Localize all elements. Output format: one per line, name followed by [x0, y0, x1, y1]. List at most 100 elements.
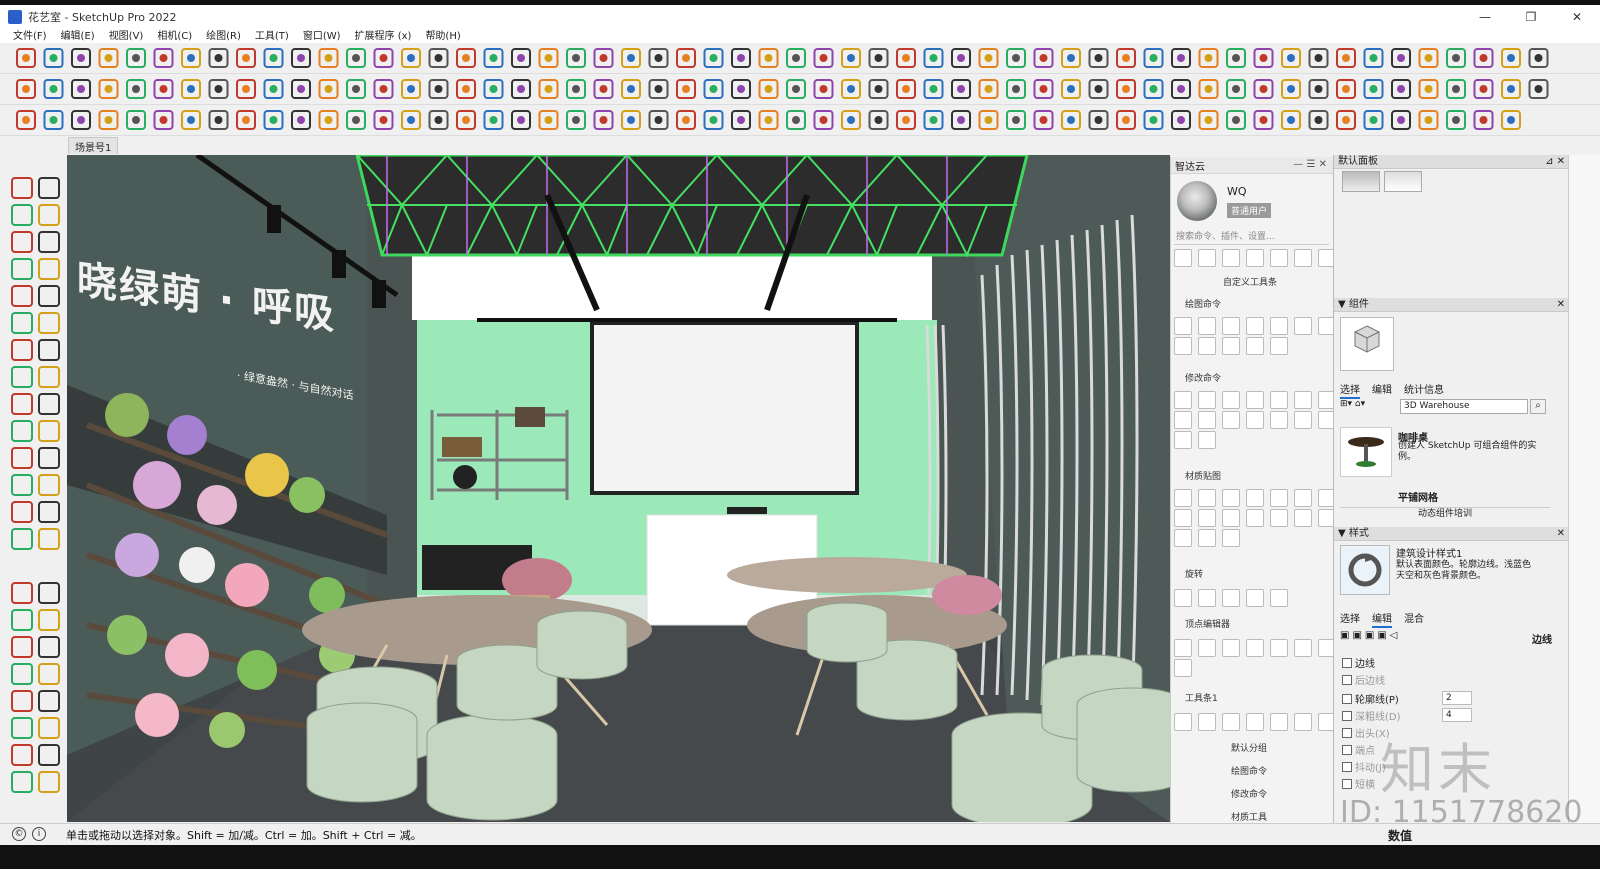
row1-tool-icon-31[interactable]	[868, 48, 889, 68]
menu-tools[interactable]: 工具(T)	[248, 27, 296, 42]
row2-tool-icon-11[interactable]	[318, 79, 339, 99]
row3-tool-icon-16[interactable]	[456, 110, 476, 130]
row3-tool-icon-53[interactable]	[1473, 110, 1494, 130]
row1-tool-icon-50[interactable]	[1391, 48, 1411, 68]
row1-tool-icon-32[interactable]	[896, 48, 916, 68]
row1-tool-icon-5[interactable]	[153, 48, 174, 68]
row2-tool-icon-20[interactable]	[566, 79, 586, 99]
row3-tool-icon-12[interactable]	[346, 110, 366, 130]
row3-tool-icon-13[interactable]	[373, 110, 394, 130]
row2-tool-icon-29[interactable]	[813, 79, 834, 99]
row3-tool-icon-34[interactable]	[951, 110, 971, 130]
row3-tool-icon-8[interactable]	[236, 110, 256, 130]
menu-window[interactable]: 窗口(W)	[296, 27, 348, 42]
row2-tool-icon-37[interactable]	[1033, 79, 1054, 99]
row2-tool-icon-40[interactable]	[1116, 79, 1136, 99]
large-tool-icon-1[interactable]	[38, 177, 60, 199]
menu-draw[interactable]: 绘图(R)	[199, 27, 248, 42]
row2-tool-icon-42[interactable]	[1171, 79, 1191, 99]
row1-tool-icon-1[interactable]	[43, 48, 64, 68]
row2-tool-icon-38[interactable]	[1061, 79, 1081, 99]
right-edge-toolbar[interactable]	[1568, 155, 1600, 823]
large-tool-icon-23[interactable]	[38, 474, 60, 496]
row3-tool-icon-25[interactable]	[703, 110, 724, 130]
row2-tool-icon-14[interactable]	[401, 79, 421, 99]
row1-tool-icon-14[interactable]	[401, 48, 421, 68]
profiles-width-input[interactable]: 2	[1442, 691, 1472, 705]
row3-tool-icon-38[interactable]	[1061, 110, 1081, 130]
row2-tool-icon-49[interactable]	[1363, 79, 1384, 99]
group-draw[interactable]: 绘图命令	[1231, 764, 1267, 777]
row2-tool-icon-18[interactable]	[511, 79, 531, 99]
row3-tool-icon-29[interactable]	[813, 110, 834, 130]
row2-tool-icon-26[interactable]	[731, 79, 751, 99]
row1-tool-icon-49[interactable]	[1363, 48, 1384, 68]
row3-tool-icon-51[interactable]	[1418, 110, 1439, 130]
row3-tool-icon-18[interactable]	[511, 110, 531, 130]
large-tool-icon-24[interactable]	[11, 501, 33, 523]
row3-tool-icon-20[interactable]	[566, 110, 586, 130]
row3-tool-icon-10[interactable]	[291, 110, 311, 130]
row2-tool-icon-23[interactable]	[648, 79, 669, 99]
row2-tool-icon-19[interactable]	[538, 79, 559, 99]
group-material[interactable]: 材质工具	[1231, 810, 1267, 823]
menu-edit[interactable]: 编辑(E)	[54, 27, 102, 42]
row2-tool-icon-22[interactable]	[621, 79, 641, 99]
row3-tool-icon-45[interactable]	[1253, 110, 1274, 130]
material-swatch-1[interactable]	[1342, 171, 1380, 192]
group-default[interactable]: 默认分组	[1231, 741, 1267, 754]
row1-tool-icon-30[interactable]	[841, 48, 861, 68]
row3-tool-icon-4[interactable]	[126, 110, 146, 130]
row1-tool-icon-28[interactable]	[786, 48, 806, 68]
row3-tool-icon-7[interactable]	[208, 110, 229, 130]
large-tool-icon-30[interactable]	[11, 609, 33, 631]
row1-tool-icon-55[interactable]	[1528, 48, 1549, 68]
large-tool-icon-27[interactable]	[38, 528, 60, 550]
large-tool-icon-28[interactable]	[11, 582, 33, 604]
group-modify[interactable]: 修改命令	[1231, 787, 1267, 800]
large-tool-icon-3[interactable]	[38, 204, 60, 226]
option-back-edges[interactable]: 后边线	[1342, 672, 1385, 687]
row1-tool-icon-13[interactable]	[373, 48, 394, 68]
style-edit-icons[interactable]: ▣▣▣▣◁	[1340, 630, 1400, 641]
material-swatch-2[interactable]	[1384, 171, 1422, 192]
scene-tab[interactable]: 场景号1	[68, 137, 119, 154]
row2-tool-icon-12[interactable]	[346, 79, 366, 99]
row2-tool-icon-34[interactable]	[951, 79, 971, 99]
row3-tool-icon-26[interactable]	[731, 110, 751, 130]
zhida-panel-controls[interactable]: — ☰ ✕	[1293, 159, 1327, 170]
option-profiles[interactable]: 轮廓线(P)	[1342, 691, 1399, 706]
large-tool-icon-6[interactable]	[11, 258, 33, 280]
row1-tool-icon-16[interactable]	[456, 48, 476, 68]
row2-tool-icon-53[interactable]	[1473, 79, 1494, 99]
large-tool-icon-40[interactable]	[11, 744, 33, 766]
row3-tool-icon-43[interactable]	[1198, 110, 1219, 130]
row3-tool-icon-24[interactable]	[676, 110, 696, 130]
row2-tool-icon-45[interactable]	[1253, 79, 1274, 99]
row1-tool-icon-12[interactable]	[346, 48, 366, 68]
row3-tool-icon-32[interactable]	[896, 110, 916, 130]
row2-tool-icon-30[interactable]	[841, 79, 861, 99]
row2-tool-icon-46[interactable]	[1281, 79, 1301, 99]
menu-file[interactable]: 文件(F)	[6, 27, 54, 42]
model-viewport[interactable]: 晓绿萌 · 呼吸 · 绿意盎然 · 与自然对话	[67, 155, 1170, 822]
row2-tool-icon-43[interactable]	[1198, 79, 1219, 99]
row2-tool-icon-54[interactable]	[1501, 79, 1521, 99]
menu-help[interactable]: 帮助(H)	[418, 27, 467, 42]
row3-tool-icon-17[interactable]	[483, 110, 504, 130]
row1-tool-icon-40[interactable]	[1116, 48, 1136, 68]
row1-tool-icon-21[interactable]	[593, 48, 614, 68]
row1-tool-icon-25[interactable]	[703, 48, 724, 68]
tray-pin-icon[interactable]: ⊿ ✕	[1545, 155, 1565, 169]
large-tool-icon-31[interactable]	[38, 609, 60, 631]
row3-tool-icon-49[interactable]	[1363, 110, 1384, 130]
large-tool-icon-32[interactable]	[11, 636, 33, 658]
row3-tool-icon-40[interactable]	[1116, 110, 1136, 130]
row2-tool-icon-41[interactable]	[1143, 79, 1164, 99]
row3-tool-icon-47[interactable]	[1308, 110, 1329, 130]
row3-tool-icon-48[interactable]	[1336, 110, 1356, 130]
command-search-input[interactable]: 搜索命令、插件、设置...	[1174, 229, 1329, 245]
option-edges[interactable]: 边线	[1342, 655, 1375, 670]
row2-tool-icon-2[interactable]	[71, 79, 91, 99]
large-tool-icon-14[interactable]	[11, 366, 33, 388]
